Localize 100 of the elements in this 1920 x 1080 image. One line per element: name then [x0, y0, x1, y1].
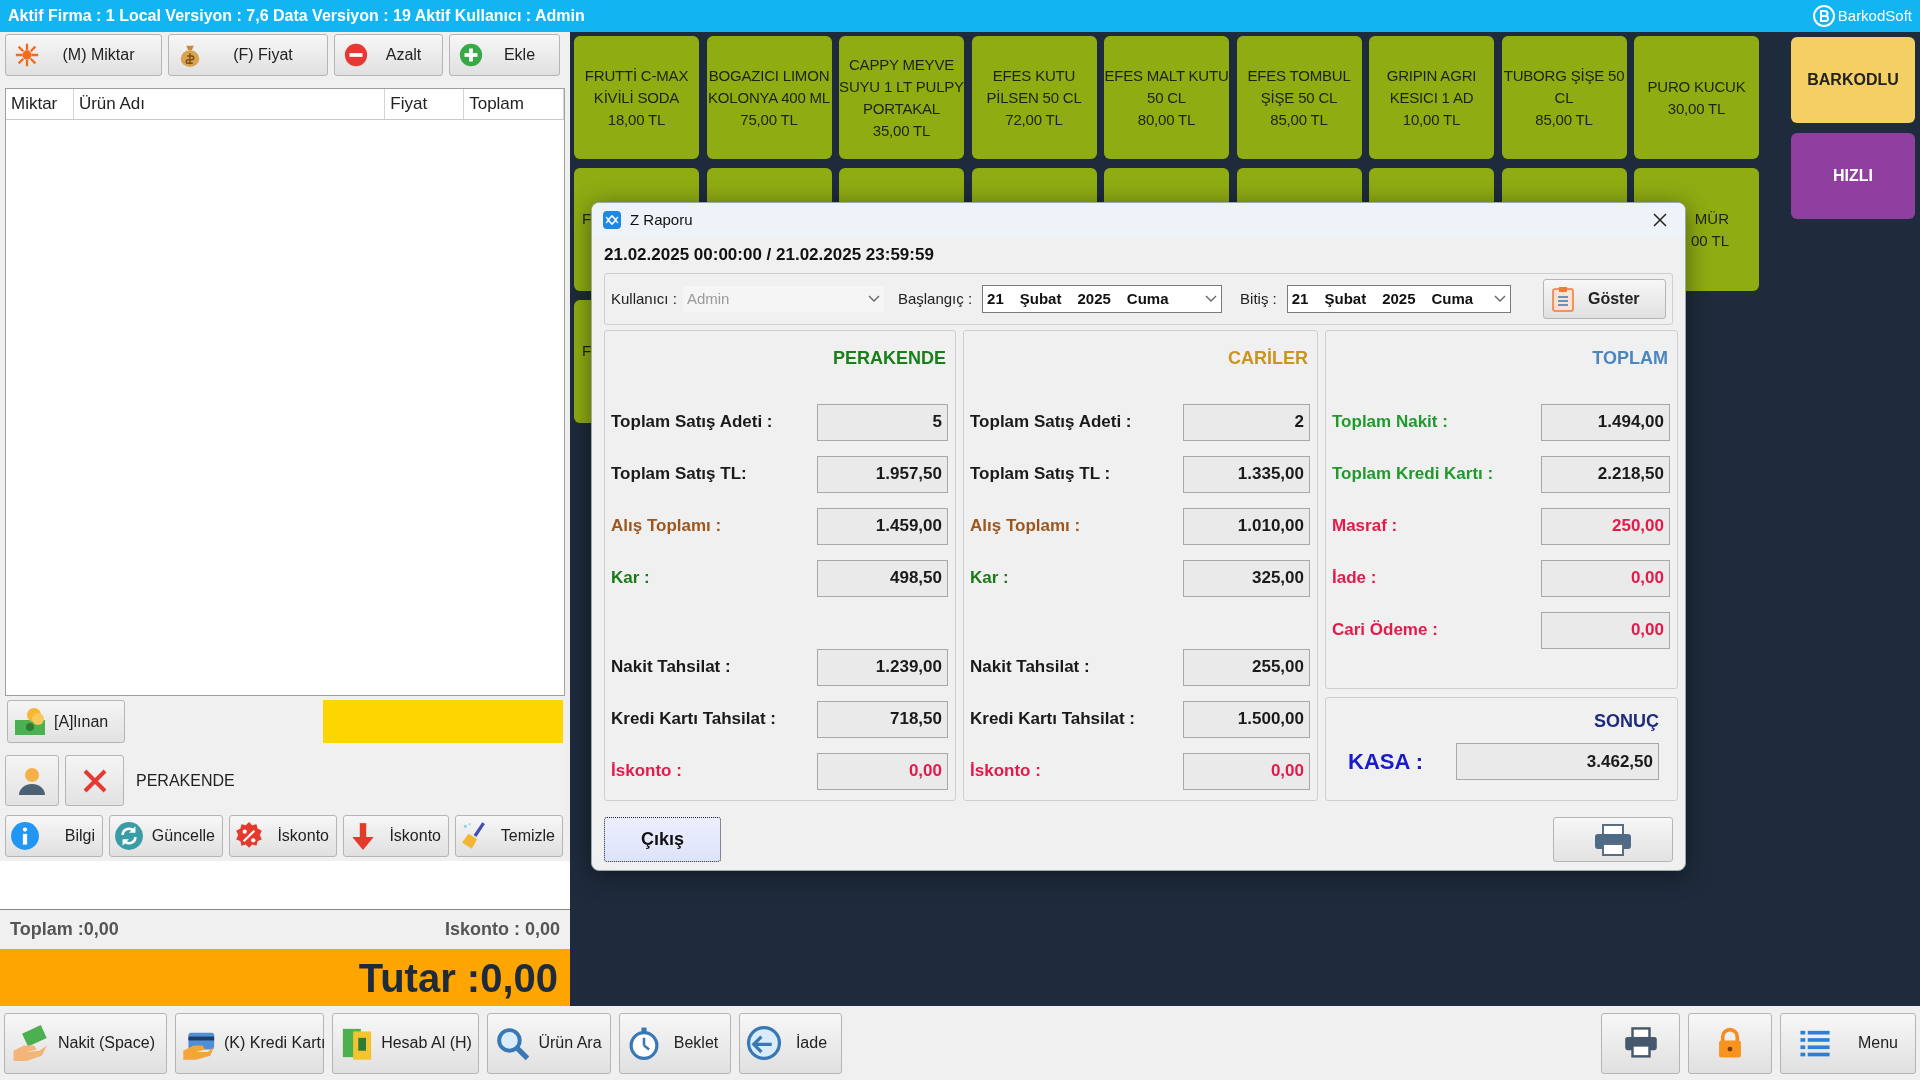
info-icon [10, 821, 40, 851]
toolbar-button[interactable]: (M) Miktar [5, 34, 162, 76]
product-tile[interactable]: CAPPY MEYVE SUYU 1 LT PULPY PORTAKAL 35,00 TL [839, 36, 964, 159]
caret-icon [1493, 295, 1506, 303]
print-button[interactable] [1553, 817, 1673, 862]
stat-value: 1.335,00 [1183, 455, 1310, 493]
caret-icon [1205, 295, 1218, 303]
menu-button[interactable]: Menu [1780, 1012, 1916, 1074]
category-button[interactable]: BARKODLU [1791, 37, 1915, 123]
cash-hand-icon [11, 1025, 47, 1061]
column-header[interactable]: Ürün Adı [73, 89, 386, 119]
product-price: 80,00 TL [1137, 109, 1196, 130]
printer-icon [1593, 822, 1633, 857]
customer-button[interactable] [5, 755, 59, 806]
brand-logo-icon [1812, 5, 1835, 27]
received-button[interactable]: [A]lınan [7, 700, 125, 743]
stat-label: İskonto : [970, 760, 1041, 783]
product-name: EFES TOMBUL ŞİŞE 50 CL [1246, 65, 1352, 108]
date-picker[interactable]: 21 Şubat 2025 Cuma [982, 285, 1223, 313]
product-name: FRUTTİ C-MAX KİVİLİ SODA [583, 65, 690, 108]
stat-value: 5 [817, 403, 948, 441]
stat-value: 1.500,00 [1183, 700, 1310, 738]
amount-total: Tutar :0,00 [358, 954, 558, 1002]
category-button[interactable]: HIZLI [1791, 133, 1915, 219]
action-button[interactable]: İskonto [343, 815, 449, 857]
stat-label: Nakit Tahsilat : [970, 656, 1090, 679]
exit-button[interactable]: Çıkış [604, 817, 721, 862]
product-price: 30,00 TL [1667, 98, 1726, 119]
return-icon [746, 1025, 782, 1061]
close-icon [81, 767, 108, 794]
printer-button[interactable] [1601, 1012, 1680, 1074]
stat-value: 255,00 [1183, 648, 1310, 686]
product-tile[interactable]: EFES KUTU PİLSEN 50 CL 72,00 TL [971, 36, 1097, 159]
caret-icon [867, 295, 880, 303]
stat-value: 1.239,00 [817, 648, 948, 686]
toolbar-button[interactable]: Ekle [449, 34, 560, 76]
product-tile[interactable]: PURO KUCUK 30,00 TL [1634, 36, 1759, 159]
stat-label: Toplam Satış TL: [611, 463, 747, 486]
toolbar-button[interactable]: Azalt [334, 34, 443, 76]
action-button[interactable]: Güncelle [109, 815, 223, 857]
stat-label: İade : [1332, 567, 1377, 590]
stat-value: 718,50 [817, 700, 948, 738]
date-picker[interactable]: 21 Şubat 2025 Cuma [1286, 285, 1511, 313]
close-icon [1653, 213, 1667, 227]
cash-label: KASA : [1348, 748, 1423, 776]
product-tile[interactable]: FRUTTİ C-MAX KİVİLİ SODA 18,00 TL [574, 36, 699, 159]
minus-icon [343, 42, 369, 68]
stat-value: 0,00 [1541, 611, 1670, 649]
bottom-button[interactable]: Ürün Ara [487, 1012, 611, 1074]
stat-value: 0,00 [1541, 559, 1670, 597]
action-button[interactable]: Bilgi [5, 815, 103, 857]
bottom-button[interactable]: Nakit (Space) [4, 1012, 167, 1074]
cash-value: 3.462,50 [1456, 743, 1659, 780]
stat-label: Toplam Nakit : [1332, 411, 1448, 434]
cash-coins-icon [14, 706, 46, 737]
clear-customer-button[interactable] [65, 755, 124, 806]
product-name: PURO KUCUK [1647, 76, 1746, 97]
field-label: Başlangıç : [897, 288, 973, 309]
bottom-button[interactable]: Beklet [619, 1012, 731, 1074]
stat-value: 498,50 [817, 559, 948, 597]
bottom-button[interactable]: İade [739, 1012, 842, 1074]
product-tile[interactable]: TUBORG ŞİŞE 50 CL 85,00 TL [1501, 36, 1627, 159]
stat-label: Alış Toplamı : [611, 515, 722, 538]
stat-value: 2 [1183, 403, 1310, 441]
plus-icon [458, 42, 484, 68]
product-price: 85,00 TL [1535, 109, 1593, 130]
stat-value: 1.957,50 [817, 455, 948, 493]
dialog-title: Z Raporu [630, 209, 693, 230]
product-name: F [582, 341, 592, 361]
product-price: 18,00 TL [607, 109, 666, 130]
toolbar-button[interactable]: (F) Fiyat [168, 34, 328, 76]
action-button[interactable]: Temizle [455, 815, 563, 857]
product-price: 35,00 TL [872, 120, 931, 141]
barcode-field[interactable] [0, 861, 570, 910]
bottom-button[interactable]: (K) Kredi Kartı [175, 1012, 324, 1074]
stat-value: 0,00 [1183, 752, 1310, 790]
column-header[interactable]: Miktar [6, 89, 74, 119]
product-tile[interactable]: GRIPIN AGRI KESICI 1 AD 10,00 TL [1369, 36, 1494, 159]
product-price: 75,00 TL [740, 109, 798, 130]
panel-title: SONUÇ [1594, 710, 1659, 733]
stat-value: 0,00 [817, 752, 948, 790]
column-header[interactable]: Toplam [464, 89, 564, 119]
product-price: 10,00 TL [1402, 109, 1461, 130]
show-button[interactable]: Göster [1543, 279, 1666, 319]
product-tile[interactable]: EFES TOMBUL ŞİŞE 50 CL 85,00 TL [1236, 36, 1362, 159]
bottom-button[interactable]: Hesab Al (H) [332, 1012, 479, 1074]
product-name: TUBORG ŞİŞE 50 CL [1502, 65, 1626, 108]
product-name: BOGAZICI LIMON KOLONYA 400 ML [707, 65, 831, 108]
product-name: EFES MALT KUTU 50 CL [1104, 65, 1229, 108]
panel-title: CARİLER [1228, 347, 1308, 370]
column-header[interactable]: Fiyat [385, 89, 465, 119]
panel-title: PERAKENDE [832, 347, 946, 370]
action-button[interactable]: İskonto [229, 815, 337, 857]
product-tile[interactable]: EFES MALT KUTU 50 CL 80,00 TL [1104, 36, 1229, 159]
stat-value: 250,00 [1541, 507, 1670, 545]
search-icon [494, 1025, 530, 1061]
field-label: Bitiş : [1240, 288, 1277, 309]
total-label: Toplam :0,00 [10, 918, 119, 941]
product-tile[interactable]: BOGAZICI LIMON KOLONYA 400 ML 75,00 TL [706, 36, 832, 159]
product-price: 85,00 TL [1270, 109, 1328, 130]
